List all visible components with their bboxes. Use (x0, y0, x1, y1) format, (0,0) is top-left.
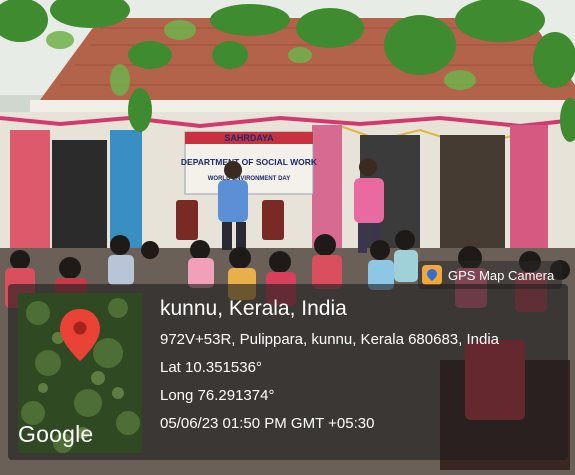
place-name: kunnu, Kerala, India (160, 297, 347, 320)
google-logo: Google (18, 421, 94, 447)
latitude-line: Lat 10.351536° (160, 359, 262, 376)
banner-department-line: DEPARTMENT OF SOCIAL WORK (181, 157, 318, 167)
location-details: kunnu, Kerala, India 972V+53R, Pulippara… (160, 296, 565, 436)
banner-event-line: WORLD ENVIRONMENT DAY (208, 176, 290, 182)
datetime-line: 05/06/23 01:50 PM GMT +05:30 (160, 415, 375, 432)
geotagged-photo: SAHRDAYA DEPARTMENT OF SOCIAL WORK WORLD… (0, 0, 575, 475)
longitude-line: Long 76.291374° (160, 387, 275, 404)
gps-map-camera-icon (422, 265, 442, 285)
gps-map-camera-label: GPS Map Camera (448, 267, 555, 283)
banner-college-line: SAHRDAYA (224, 133, 274, 143)
address-line: 972V+53R, Pulippara, kunnu, Kerala 68068… (160, 331, 500, 348)
